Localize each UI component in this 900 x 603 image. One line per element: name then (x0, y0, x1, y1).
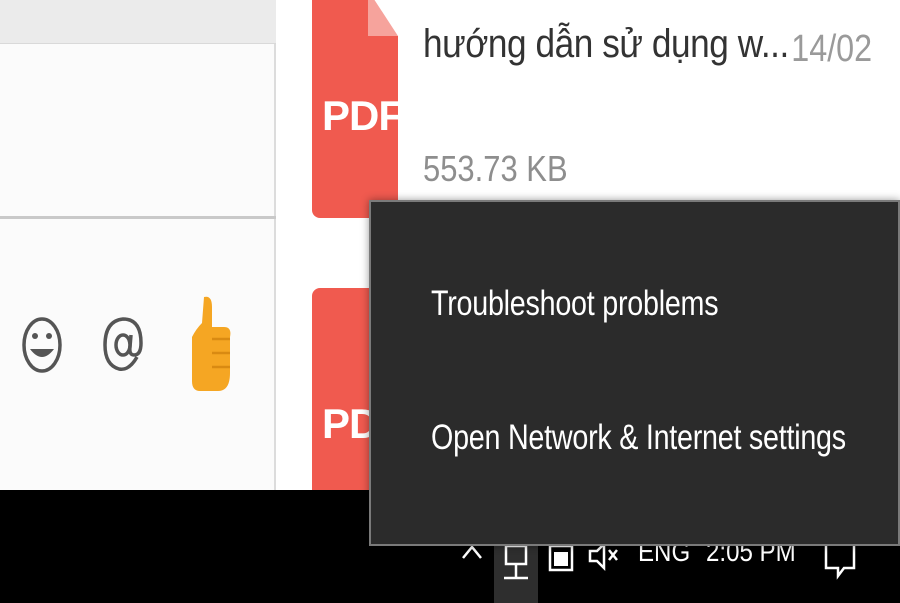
file-type-label: PDF (322, 92, 398, 139)
file-name: hướng dẫn sử dụng w... (423, 22, 789, 66)
thumbs-up-icon (192, 296, 231, 391)
menu-item-troubleshoot[interactable]: Troubleshoot problems (371, 264, 898, 354)
emoji-button[interactable] (18, 300, 66, 390)
menu-item-label: Open Network & Internet settings (431, 418, 846, 457)
file-date: 14/02 (791, 28, 872, 70)
file-size: 553.73 KB (423, 148, 568, 189)
chat-header-strip (0, 0, 276, 44)
at-sign-icon (103, 317, 143, 371)
network-icon (504, 544, 528, 580)
like-button[interactable] (186, 296, 234, 391)
chat-panel (0, 0, 276, 492)
file-list-item[interactable]: PDF hướng dẫn sử dụng w... 14/02 553.73 … (278, 0, 900, 220)
menu-item-label: Troubleshoot problems (431, 284, 719, 323)
page-fold-icon (368, 0, 398, 36)
menu-item-network-settings[interactable]: Open Network & Internet settings (371, 398, 898, 488)
screen: PDF hướng dẫn sử dụng w... 14/02 553.73 … (0, 0, 900, 603)
network-context-menu: Troubleshoot problems Open Network & Int… (369, 200, 900, 546)
pdf-file-icon: PDF (312, 0, 398, 218)
composer-divider (0, 216, 276, 219)
mention-button[interactable] (99, 300, 147, 390)
smiley-face-icon (22, 317, 62, 373)
network-tray-button[interactable] (494, 536, 538, 603)
